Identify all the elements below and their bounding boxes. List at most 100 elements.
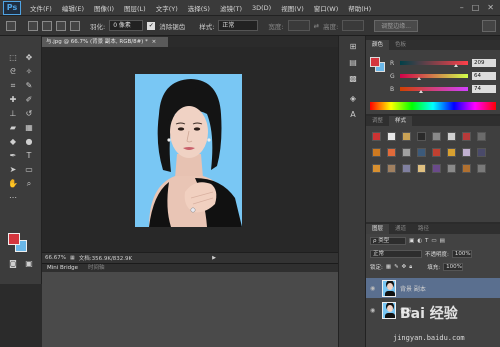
healing-icon[interactable]: ✚ xyxy=(6,94,20,106)
width-input[interactable] xyxy=(287,20,310,31)
screen-mode-icon[interactable]: ▣ xyxy=(22,258,36,270)
tab-timeline[interactable]: 时间轴 xyxy=(83,264,110,272)
style-swatch[interactable] xyxy=(372,132,381,141)
style-swatch[interactable] xyxy=(402,132,411,141)
red-slider-thumb[interactable] xyxy=(454,64,459,67)
lock-paint-icon[interactable]: ✎ xyxy=(394,264,399,270)
style-swatch[interactable] xyxy=(417,164,426,173)
marquee-icon[interactable]: ⬚ xyxy=(6,52,20,64)
style-swatch[interactable] xyxy=(417,148,426,157)
style-swatch[interactable] xyxy=(387,148,396,157)
color-spectrum-bar[interactable] xyxy=(370,102,496,110)
style-swatch[interactable] xyxy=(372,164,381,173)
menu-file[interactable]: 文件(F) xyxy=(25,3,57,13)
marquee-preset-icon[interactable] xyxy=(6,20,16,31)
layer-row[interactable]: ◉ 背景 副本 xyxy=(366,278,500,298)
crop-icon[interactable]: ⌗ xyxy=(6,80,20,92)
shape-icon[interactable]: ▭ xyxy=(22,164,36,176)
stamp-icon[interactable]: ⊥ xyxy=(6,108,20,120)
style-select[interactable]: 正常 xyxy=(218,20,259,31)
menu-layer[interactable]: 图层(L) xyxy=(119,3,151,13)
blue-value[interactable]: 74 xyxy=(472,85,496,93)
history-brush-icon[interactable]: ↺ xyxy=(22,108,36,120)
green-value[interactable]: 64 xyxy=(472,72,496,80)
menu-select[interactable]: 选择(S) xyxy=(183,3,215,13)
pen-icon[interactable]: ✒ xyxy=(6,150,20,162)
style-swatch[interactable] xyxy=(477,132,486,141)
layer-name[interactable]: 背景 副本 xyxy=(400,284,426,293)
properties-panel-icon[interactable]: ▤ xyxy=(347,58,359,68)
status-menu-arrow[interactable]: ▶ xyxy=(212,255,216,261)
dodge-icon[interactable]: ● xyxy=(22,136,36,148)
add-selection-icon[interactable] xyxy=(42,20,52,31)
document-tab-close[interactable]: × xyxy=(152,39,157,45)
type-icon[interactable]: T xyxy=(22,150,36,162)
red-value[interactable]: 209 xyxy=(472,59,496,67)
style-swatch[interactable] xyxy=(417,132,426,141)
menu-image[interactable]: 图像(I) xyxy=(89,3,119,13)
style-swatch[interactable] xyxy=(372,148,381,157)
path-select-icon[interactable]: ➤ xyxy=(6,164,20,176)
menu-filter[interactable]: 滤镜(T) xyxy=(215,3,247,13)
character-panel-icon[interactable]: A xyxy=(347,110,359,120)
style-swatch[interactable] xyxy=(462,132,471,141)
style-swatch[interactable] xyxy=(432,132,441,141)
lock-all-icon[interactable]: 🔒︎ xyxy=(409,264,412,271)
style-swatch[interactable] xyxy=(432,148,441,157)
zoom-icon[interactable]: ⌕ xyxy=(22,178,36,190)
filter-shape-icon[interactable]: ▭ xyxy=(431,238,436,244)
eye-icon[interactable]: ◉ xyxy=(370,307,378,314)
menu-type[interactable]: 文字(Y) xyxy=(151,3,183,13)
menu-window[interactable]: 窗口(W) xyxy=(309,3,344,13)
history-panel-icon[interactable]: ⊞ xyxy=(347,42,359,52)
hand-icon[interactable]: ✋ xyxy=(6,178,20,190)
document-tab[interactable]: 与.jpg @ 66.7% (背景 副本, RGB/8#) * × xyxy=(42,37,168,47)
more-tools-icon[interactable]: ⋯ xyxy=(6,192,20,204)
style-swatch[interactable] xyxy=(477,164,486,173)
style-swatch[interactable] xyxy=(477,148,486,157)
opacity-input[interactable]: 100% xyxy=(451,250,472,258)
filter-smart-icon[interactable]: ▤ xyxy=(440,238,445,244)
zoom-level[interactable]: 66.67% xyxy=(42,255,70,261)
color-panel-foreground-swatch[interactable] xyxy=(370,57,380,67)
green-slider[interactable] xyxy=(400,74,468,80)
fill-input[interactable]: 100% xyxy=(443,263,464,271)
style-swatch[interactable] xyxy=(387,164,396,173)
antialias-checkbox[interactable]: ✓ xyxy=(147,21,156,30)
red-slider[interactable] xyxy=(400,61,468,67)
refine-edge-button[interactable]: 调整边缘... xyxy=(374,19,418,32)
style-swatch[interactable] xyxy=(387,132,396,141)
eraser-icon[interactable]: ▰ xyxy=(6,122,20,134)
tab-mini-bridge[interactable]: Mini Bridge xyxy=(42,264,83,272)
style-swatch[interactable] xyxy=(402,148,411,157)
eye-icon[interactable]: ◉ xyxy=(370,285,378,292)
menu-view[interactable]: 视图(V) xyxy=(276,3,309,13)
new-selection-icon[interactable] xyxy=(28,20,38,31)
tab-styles[interactable]: 样式 xyxy=(389,116,413,126)
layer-filter-select[interactable]: ρ 类型 xyxy=(370,237,406,245)
blend-mode-select[interactable]: 正常 xyxy=(370,250,422,258)
tab-channels[interactable]: 通道 xyxy=(389,224,412,234)
tab-layers[interactable]: 图层 xyxy=(366,224,390,234)
lasso-icon[interactable]: ᘓ xyxy=(6,66,20,78)
move-icon[interactable]: ✥ xyxy=(22,52,36,64)
tab-swatches[interactable]: 色板 xyxy=(389,40,412,50)
blue-slider-thumb[interactable] xyxy=(419,90,424,93)
style-swatch[interactable] xyxy=(432,164,441,173)
filter-pixel-icon[interactable]: ▣ xyxy=(409,238,414,244)
maximize-button[interactable]: □ xyxy=(472,3,480,12)
style-swatch[interactable] xyxy=(447,132,456,141)
gradient-icon[interactable]: ▦ xyxy=(22,122,36,134)
brush-icon[interactable]: ✐ xyxy=(22,94,36,106)
filter-type-icon[interactable]: T xyxy=(425,238,428,244)
intersect-selection-icon[interactable] xyxy=(70,20,80,31)
swap-icon[interactable]: ⇄ xyxy=(314,22,319,30)
eyedropper-icon[interactable]: ✎ xyxy=(22,80,36,92)
quick-mask-icon[interactable]: ◙ xyxy=(6,258,20,270)
blue-slider[interactable] xyxy=(400,87,468,93)
close-button[interactable]: ✕ xyxy=(487,3,494,12)
tab-adjustments[interactable]: 调整 xyxy=(366,116,389,126)
style-swatch[interactable] xyxy=(462,164,471,173)
blur-icon[interactable]: ◆ xyxy=(6,136,20,148)
lock-move-icon[interactable]: ✥ xyxy=(402,264,407,270)
